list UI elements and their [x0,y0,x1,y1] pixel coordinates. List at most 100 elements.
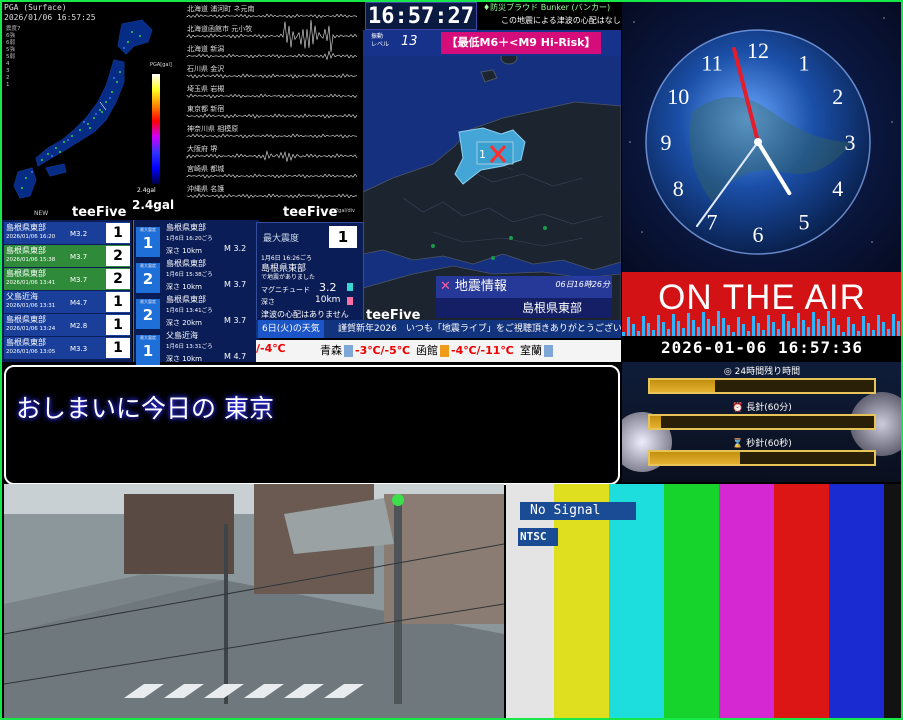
eq-datetime: 2026/01/06 16:20 [6,234,56,240]
spectrum-bar [777,329,780,336]
eq-detail-depth: 深さ 10km [166,355,203,363]
eq-datetime: 2026/01/06 13:24 [6,326,56,332]
clock-numeral: 9 [661,130,672,155]
spectrum-bar [852,324,855,336]
spectrum-bar [647,323,650,336]
analog-clock-panel: 12 1 2 3 4 5 6 7 8 9 10 11 [622,2,902,272]
weather-city: 函館 [416,344,438,357]
spectrum-bar [797,313,800,336]
tsunami-notice: この地震による津波の心配はなし [501,16,621,25]
eq-region: 島根県東部 [6,246,46,255]
spectrum-bar [782,314,785,336]
epicenter-x-icon: ✕ [440,279,451,294]
spectrum-bar [787,321,790,336]
ticker-message: 謹賀新年2026 いつも「地震ライブ」をご視聴頂きありがとうございます! [338,324,621,334]
waveform-station-label: 北海道函館市 元小牧 [187,25,253,33]
risk-badge: 【最低M6＋<M9 Hi-Risk】 [441,32,601,54]
eq-detail-card: 最大震度 1 父島近海 1月6日 13:31ごろ 深さ 10km M 4.7 [136,330,256,370]
eq-region: 島根県東部 [6,269,46,278]
weather-city: 室蘭 [520,344,542,357]
spectrum-bar [672,314,675,336]
waveform-unit: 2gal/div [335,208,356,214]
color-bar [719,484,774,718]
clock-numeral: 12 [747,38,769,63]
spectrum-bar [752,316,755,336]
pga-gal-small: 2.4gal [137,187,156,194]
map-info-box: ✕ 地震情報 06日16時26分 島根県東部 [436,276,612,320]
audio-spectrum [622,311,900,336]
eq-intensity: 2 [106,269,130,289]
color-bar [774,484,829,718]
spectrum-bar [697,327,700,336]
weather-item: 室蘭 [520,342,555,358]
eq-detail-region: 島根県東部 [166,259,206,268]
weather-temp: /-4℃ [256,342,286,355]
clock-numeral: 8 [673,176,684,201]
spectrum-bar [707,319,710,336]
timer-label: ◎ 24時間残り時間 [723,367,801,377]
waveform-station-label: 宮崎県 都城 [187,165,225,173]
eq-region: 島根県東部 [6,338,46,347]
eq-intensity: 2 [106,246,130,266]
mag-value: 3.2 [319,281,337,294]
waveform-station-label: 沖縄県 名護 [187,185,225,193]
timer-progress-fill [650,452,740,464]
spectrum-bar [827,311,830,336]
waveform-station-label: 東京都 新宿 [187,105,225,113]
spectrum-bar [742,324,745,336]
street-camera-image [4,484,504,718]
pga-scale-title: PGA[gal] [150,62,172,68]
color-bar [884,484,901,718]
max-intensity-value: 1 [329,226,357,248]
eq-detail-region: 島根県東部 [166,295,206,304]
ticker-date: 6日(火)の天気 [258,320,324,338]
clock-numeral: 7 [707,210,718,235]
eq-intensity: 1 [106,338,130,358]
ntsc-label: NTSC [518,528,558,546]
level-label: 振動 レベル [371,33,390,48]
digital-clock: 16:57:27 [365,2,477,30]
analog-clock: 12 1234567891011 [629,17,893,255]
on-the-air-panel: ON THE AIR [622,272,902,336]
color-bar [829,484,884,718]
eq-detail-badge-value: 2 [142,270,154,288]
spectrum-bar [887,329,890,336]
datetime-bar: 2026-01-06 16:57:36 [622,336,902,362]
waveform-trace [186,13,358,19]
eq-intensity: 1 [106,292,130,312]
eq-datetime: 2026/01/06 13:31 [6,303,56,309]
eq-detail-badge-value: 1 [142,234,154,252]
mag-marker [347,283,353,291]
spectrum-bar [772,322,775,336]
epicenter-intensity-label: 1 [479,148,486,161]
eq-magnitude: M3.3 [70,345,88,353]
level-bar: 振動 レベル 13 【最低M6＋<M9 Hi-Risk】 [363,30,621,56]
digital-clock-bar: 16:57:27 ♦防災ブラウド Bunker (バンカー) この地震による津波… [363,2,621,30]
spectrum-bar [822,326,825,336]
eq-detail-badge: 最大震度 2 [136,263,160,293]
eq-intensity: 1 [106,315,130,335]
eq-datetime: 2026/01/06 13:41 [6,280,56,286]
caption-text: おしまいに今日の 東京 [16,394,274,423]
eq-magnitude: M3.7 [70,253,88,261]
spectrum-bar [627,317,630,336]
clock-numeral: 2 [832,84,843,109]
spectrum-bar [802,320,805,336]
eq-detail-mag: M 3.2 [224,244,247,253]
spectrum-bar [687,313,690,336]
spectrum-bar [867,323,870,336]
eq-datetime: 2026/01/06 13:05 [6,349,56,355]
timer-progress-fill [650,416,662,428]
eq-detail-depth: 深さ 10km [166,247,203,255]
pga-map-panel: PGA (Surface) 2026/01/06 16:57:25 震度7 6強… [2,2,182,220]
eq-detail-badge-title: 最大震度 [140,263,156,268]
timer-progress-bar [648,414,876,430]
eq-detail-depth: 深さ 20km [166,319,203,327]
timer-label: ⏰ 長針(60分) [732,403,792,413]
clock-numeral: 11 [701,50,722,75]
waveform-station-label: 大阪府 堺 [187,145,218,153]
weather-item: 函館 -4℃/-11℃ [416,342,514,358]
spectrum-bar [832,318,835,336]
eq-detail-badge: 最大震度 2 [136,299,160,329]
eq-detail-badge: 最大震度 1 [136,335,160,365]
